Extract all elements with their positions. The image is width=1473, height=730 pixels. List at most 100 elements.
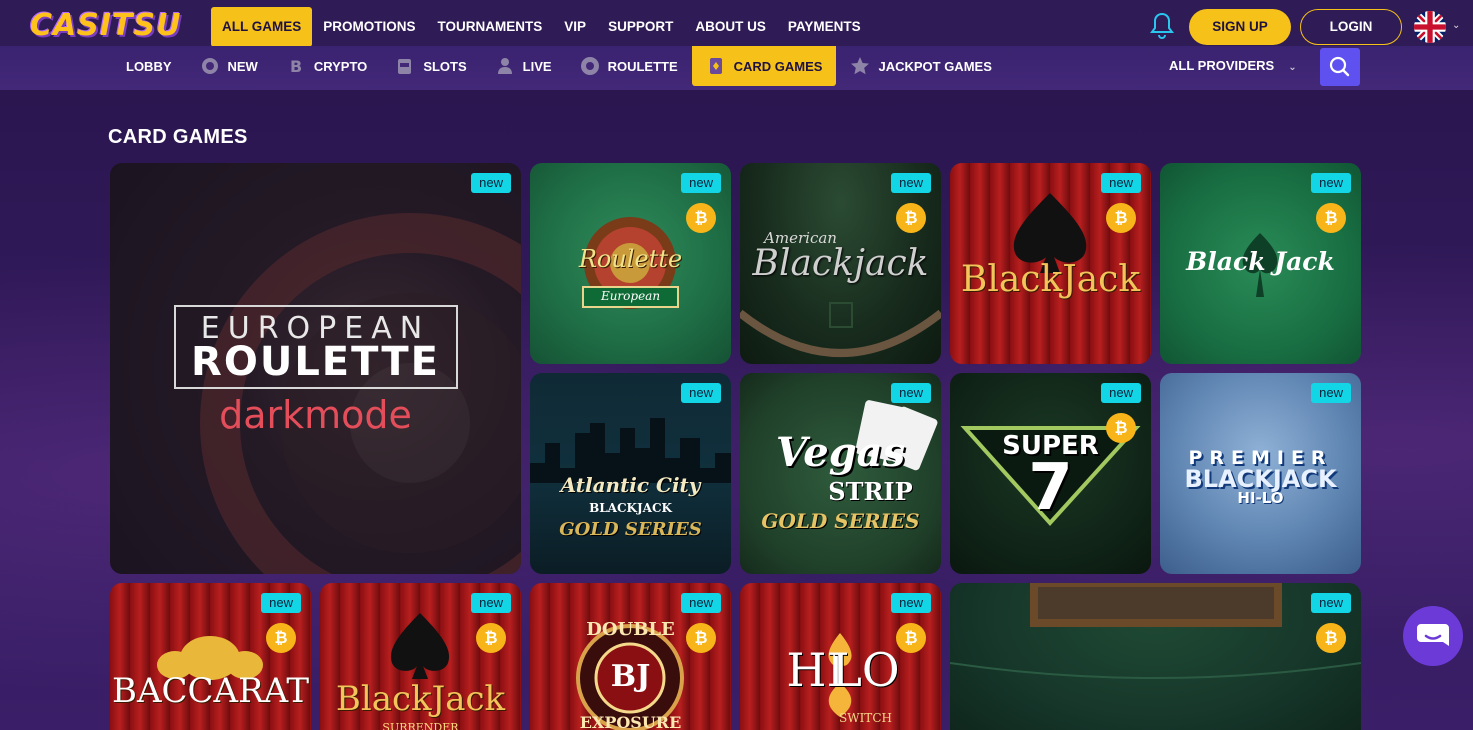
game-subtitle: GOLD SERIES	[559, 519, 702, 540]
bitcoin-icon: ₿	[476, 623, 506, 653]
sign-up-button[interactable]: SIGN UP	[1189, 9, 1291, 45]
game-subtitle: Blackjack	[752, 243, 929, 284]
game-title: Atlantic City	[560, 473, 701, 497]
game-subtitle: SURRENDER	[382, 721, 459, 730]
new-badge: new	[471, 173, 511, 193]
game-subtitle: darkmode	[219, 393, 412, 437]
page-title: CARD GAMES	[108, 126, 248, 148]
game-tile-american-blackjack[interactable]: American Blackjack new ₿	[740, 163, 941, 364]
game-tile-vegas-strip-blackjack[interactable]: Vegas STRIP GOLD SERIES new	[740, 373, 941, 574]
game-tile-black-jack[interactable]: Black Jack new ₿	[1160, 163, 1361, 364]
tab-label: CARD GAMES	[733, 58, 823, 74]
new-badge: new	[891, 593, 931, 613]
bitcoin-icon: ₿	[1106, 413, 1136, 443]
chip-rack-image	[950, 583, 1361, 679]
game-tile-hi-lo-switch[interactable]: HI LO SWITCH new ₿	[740, 583, 941, 730]
tab-label: SLOTS	[423, 58, 467, 74]
bitcoin-icon: ₿	[1316, 203, 1346, 233]
new-badge: new	[891, 173, 931, 193]
nav-all-games[interactable]: ALL GAMES	[211, 7, 313, 47]
nav-support[interactable]: SUPPORT	[597, 7, 684, 47]
main-nav: ALL GAMES PROMOTIONS TOURNAMENTS VIP SUP…	[211, 7, 872, 47]
new-badge: new	[1311, 593, 1351, 613]
game-title: BACCARAT	[111, 671, 310, 711]
tab-label: CRYPTO	[313, 58, 368, 74]
new-badge: new	[471, 593, 511, 613]
tab-label: NEW	[227, 58, 258, 74]
game-tile-atlantic-city-blackjack[interactable]: Atlantic City BLACKJACK GOLD SERIES new	[530, 373, 731, 574]
nav-vip[interactable]: VIP	[553, 7, 597, 47]
bitcoin-icon: ₿	[686, 623, 716, 653]
new-badge: new	[891, 383, 931, 403]
new-badge: new	[681, 593, 721, 613]
new-badge: new	[1311, 173, 1351, 193]
game-subtitle: LO	[831, 643, 900, 697]
bitcoin-icon: ₿	[896, 623, 926, 653]
game-tile-double-exposure-blackjack[interactable]: DOUBLE BJ EXPOSURE new ₿	[530, 583, 731, 730]
card-icon	[709, 58, 722, 74]
bitcoin-icon: ₿	[1106, 203, 1136, 233]
search-button[interactable]	[1320, 48, 1360, 86]
search-icon	[1329, 56, 1350, 77]
game-tile-blackjack[interactable]: BlackJack new ₿	[950, 163, 1151, 364]
tab-label: ROULETTE	[607, 58, 678, 74]
game-tile-blackjack-surrender[interactable]: BlackJack SURRENDER new ₿	[320, 583, 521, 730]
live-chat-button[interactable]	[1403, 606, 1463, 666]
game-tile-table-game[interactable]: new ₿	[950, 583, 1361, 730]
game-title: BlackJack	[960, 259, 1141, 300]
tab-label: LOBBY	[126, 58, 172, 74]
tab-lobby[interactable]: LOBBY	[112, 46, 186, 86]
svg-text:B: B	[290, 57, 302, 76]
game-title: Vegas	[775, 429, 906, 476]
roulette-icon	[580, 57, 599, 75]
new-badge: new	[1101, 383, 1141, 403]
brand-logo[interactable]: CASITSU	[30, 8, 180, 44]
game-tile-super-7-blackjack[interactable]: SUPER 7 new ₿	[950, 373, 1151, 574]
game-subtitle: European	[600, 289, 661, 303]
game-tile-baccarat[interactable]: BACCARAT new ₿	[110, 583, 311, 730]
game-subtitle: BLACKJACK	[589, 501, 672, 515]
tab-crypto[interactable]: B CRYPTO	[272, 46, 381, 86]
uk-flag-icon[interactable]	[1414, 11, 1446, 43]
bitcoin-icon: ₿	[1316, 623, 1346, 653]
game-title: BlackJack	[335, 679, 506, 719]
game-tile-european-roulette[interactable]: EUROPEAN ROULETTE darkmode new	[110, 163, 521, 574]
chevron-down-icon: ⌄	[1288, 62, 1297, 73]
bitcoin-icon: ₿	[896, 203, 926, 233]
bitcoin-icon: ₿	[266, 623, 296, 653]
nav-payments[interactable]: PAYMENTS	[777, 7, 872, 47]
bitcoin-icon: B	[290, 57, 302, 76]
game-subtitle: BJ	[610, 659, 651, 694]
tab-jackpot-games[interactable]: JACKPOT GAMES	[836, 46, 1005, 86]
game-tile-roulette-european[interactable]: Roulette European new ₿	[530, 163, 731, 364]
game-subtitle: 7	[1028, 451, 1073, 525]
providers-label: ALL PROVIDERS	[1169, 58, 1275, 73]
new-badge: new	[1101, 173, 1141, 193]
new-badge: new	[1311, 383, 1351, 403]
game-subtitle: EXPOSURE	[579, 713, 682, 730]
new-badge: new	[681, 173, 721, 193]
chevron-down-icon[interactable]: ⌄	[1452, 20, 1460, 31]
game-tile-premier-blackjack-hilo[interactable]: PREMIER BLACKJACK HI-LO new	[1160, 373, 1361, 574]
nav-tournaments[interactable]: TOURNAMENTS	[427, 7, 554, 47]
game-title: Roulette	[578, 245, 683, 273]
slot-machine-icon	[398, 59, 412, 74]
chat-icon	[1417, 624, 1449, 646]
tab-new[interactable]: NEW	[186, 46, 272, 86]
tab-card-games[interactable]: CARD GAMES	[691, 46, 837, 86]
game-subtitle: SWITCH	[839, 711, 892, 725]
game-title: Black Jack	[1186, 247, 1335, 276]
new-gear-icon	[201, 58, 218, 74]
login-button[interactable]: LOGIN	[1300, 9, 1402, 45]
game-subtitle: STRIP	[828, 477, 913, 506]
tab-label: JACKPOT GAMES	[878, 58, 992, 74]
game-subtitle: GOLD SERIES	[761, 509, 920, 533]
tab-slots[interactable]: SLOTS	[381, 46, 480, 86]
nav-about-us[interactable]: ABOUT US	[684, 7, 777, 47]
tab-roulette[interactable]: ROULETTE	[566, 46, 692, 86]
bell-icon[interactable]	[1150, 12, 1174, 40]
nav-promotions[interactable]: PROMOTIONS	[312, 7, 426, 47]
tab-live[interactable]: LIVE	[481, 46, 566, 86]
providers-dropdown[interactable]: ALL PROVIDERS ⌄	[1169, 46, 1297, 86]
new-badge: new	[261, 593, 301, 613]
